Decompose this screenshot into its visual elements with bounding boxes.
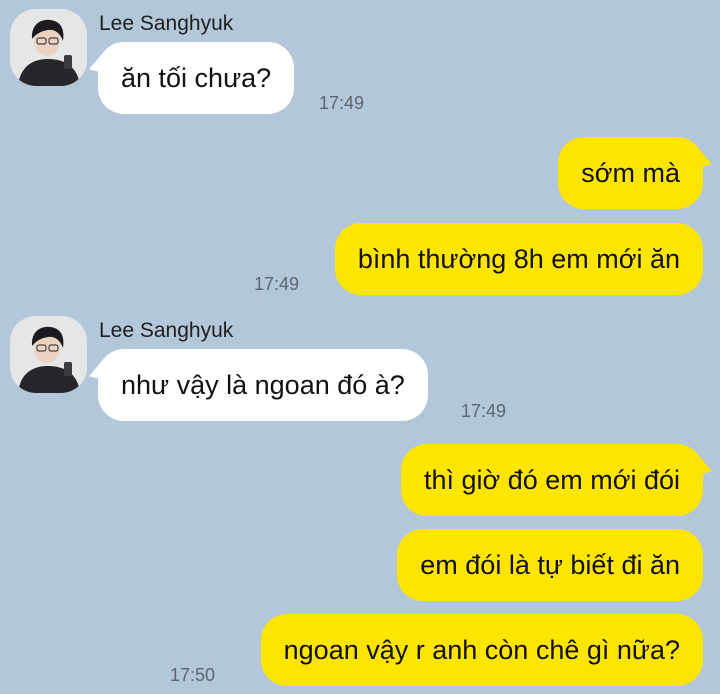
outgoing-message[interactable]: thì giờ đó em mới đói bbox=[400, 444, 703, 516]
message-timestamp: 17:49 bbox=[319, 93, 365, 113]
message-timestamp: 17:50 bbox=[170, 665, 216, 685]
sender-name: Lee Sanghyuk bbox=[99, 319, 234, 342]
outgoing-message[interactable]: ngoan vậy r anh còn chê gì nữa? bbox=[260, 614, 703, 686]
profile-photo-icon bbox=[10, 9, 87, 86]
incoming-message[interactable]: ăn tối chưa? bbox=[98, 42, 295, 114]
outgoing-message[interactable]: sớm mà bbox=[558, 137, 703, 209]
outgoing-message[interactable]: bình thường 8h em mới ăn bbox=[334, 223, 703, 295]
chat-view: Lee Sanghyuk ăn tối chưa? 17:49 sớm mà b… bbox=[0, 0, 720, 694]
message-timestamp: 17:49 bbox=[461, 401, 507, 421]
incoming-message[interactable]: như vậy là ngoan đó à? bbox=[98, 349, 428, 421]
sender-avatar[interactable] bbox=[10, 316, 87, 393]
sender-name: Lee Sanghyuk bbox=[99, 12, 234, 35]
profile-photo-icon bbox=[10, 316, 87, 393]
outgoing-message[interactable]: em đói là tự biết đi ăn bbox=[397, 529, 703, 601]
sender-avatar[interactable] bbox=[10, 9, 87, 86]
message-timestamp: 17:49 bbox=[254, 274, 300, 294]
